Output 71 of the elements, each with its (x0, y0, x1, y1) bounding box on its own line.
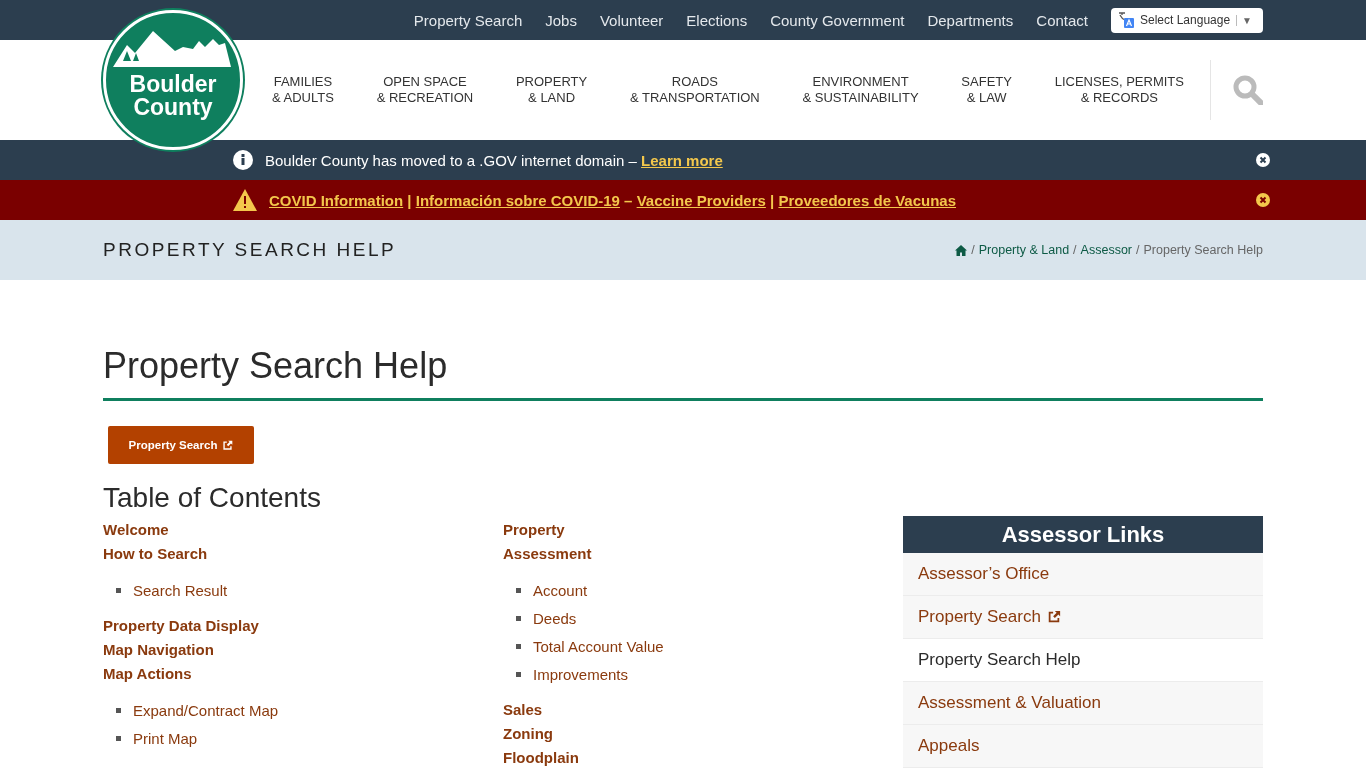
toc-link[interactable]: How to Search (103, 542, 208, 566)
toc-link[interactable]: Floodplain (503, 746, 579, 768)
info-icon (233, 150, 253, 170)
top-nav-link[interactable]: Jobs (545, 11, 577, 29)
sidebar-link[interactable]: Appeals (903, 725, 1263, 768)
breadcrumb-current: Property Search Help (1143, 243, 1263, 257)
toc-sublink[interactable]: Deeds (533, 609, 577, 627)
bullet-icon (116, 587, 121, 593)
breadcrumb-link[interactable]: Assessor (1080, 243, 1132, 257)
sidebar-link[interactable]: Property Search (903, 596, 1263, 639)
bullet-icon (516, 643, 521, 649)
sidebar-link[interactable]: Assessment & Valuation (903, 682, 1263, 725)
top-nav-link[interactable]: Departments (927, 11, 1014, 29)
close-icon[interactable] (1256, 193, 1270, 207)
toc-sublink[interactable]: Improvements (533, 665, 629, 683)
close-icon[interactable] (1256, 153, 1270, 167)
toc-sublink[interactable]: Expand/Contract Map (133, 701, 279, 719)
search-icon (1233, 75, 1263, 105)
main-nav-link[interactable]: OPEN SPACE & RECREATION (376, 74, 474, 106)
toc-link[interactable]: Property (503, 518, 565, 542)
toc-link[interactable]: Sales (503, 698, 543, 722)
notice-link[interactable]: Información sobre COVID-19 (415, 191, 620, 209)
notice-text: Boulder County has moved to a .GOV internet domain – Learn more (265, 151, 724, 169)
breadcrumb-separator: / (971, 243, 975, 257)
bullet-icon (116, 735, 121, 741)
toc-link[interactable]: Welcome (103, 518, 169, 542)
toc-link[interactable]: Zoning (503, 722, 553, 746)
language-select[interactable]: Select Language ▼ (1111, 7, 1263, 33)
page-band-title: PROPERTY SEARCH HELP (103, 239, 397, 261)
sidebar-link[interactable]: Assessor’s Office (903, 553, 1263, 596)
sidebar-title: Assessor Links (903, 516, 1263, 553)
toc-sublink[interactable]: Print Map (133, 729, 198, 747)
top-nav-link[interactable]: County Government (770, 11, 905, 29)
main-nav-link[interactable]: PROPERTY & LAND (515, 74, 588, 106)
main-nav-link[interactable]: SAFETY & LAW (961, 74, 1012, 106)
warning-icon (233, 189, 257, 211)
bullet-icon (116, 707, 121, 713)
notice-link[interactable]: COVID Information (269, 191, 404, 209)
notice-link[interactable]: Vaccine Providers (636, 191, 766, 209)
toc-link[interactable]: Property Data Display (103, 614, 259, 638)
bullet-icon (516, 587, 521, 593)
notice-link[interactable]: Learn more (641, 151, 723, 169)
page-heading: Property Search Help (103, 344, 1263, 401)
translate-icon (1118, 12, 1134, 28)
notice-link[interactable]: Proveedores de Vacunas (778, 191, 956, 209)
main-nav-link[interactable]: FAMILIES & ADULTS (272, 74, 334, 106)
toc-sublink[interactable]: Search Result (133, 581, 228, 599)
main-nav-link[interactable]: ROADS & TRANSPORTATION (630, 74, 760, 106)
bullet-icon (516, 671, 521, 677)
logo-text: County (133, 96, 213, 119)
property-search-button[interactable]: Property Search (108, 426, 254, 464)
breadcrumb-separator: / (1136, 243, 1140, 257)
toc-sublink[interactable]: Account (533, 581, 588, 599)
top-nav-link[interactable]: Contact (1036, 11, 1088, 29)
external-link-icon (222, 439, 234, 451)
toc-sublink[interactable]: Total Account Value (533, 637, 664, 655)
main-nav-link[interactable]: LICENSES, PERMITS & RECORDS (1054, 74, 1184, 106)
breadcrumb-link[interactable]: Property & Land (978, 243, 1070, 257)
top-nav-link[interactable]: Property Search (413, 11, 523, 29)
top-nav-link[interactable]: Elections (686, 11, 748, 29)
toc-link[interactable]: Assessment (503, 542, 592, 566)
toc-link[interactable]: Map Navigation (103, 638, 214, 662)
bullet-icon (516, 615, 521, 621)
logo-text: Boulder (129, 73, 217, 96)
notice-text: COVID Information | Información sobre COVID-19 – Vaccine Providers | Proveedores de Vacunas (269, 191, 957, 209)
main-nav-link[interactable]: ENVIRONMENT & SUSTAINABILITY (802, 74, 919, 106)
toc-link[interactable]: Map Actions (103, 662, 192, 686)
breadcrumb-separator: / (1073, 243, 1077, 257)
top-nav-link[interactable]: Volunteer (599, 11, 664, 29)
home-icon[interactable] (955, 244, 968, 256)
toc-title: Table of Contents (103, 481, 322, 515)
